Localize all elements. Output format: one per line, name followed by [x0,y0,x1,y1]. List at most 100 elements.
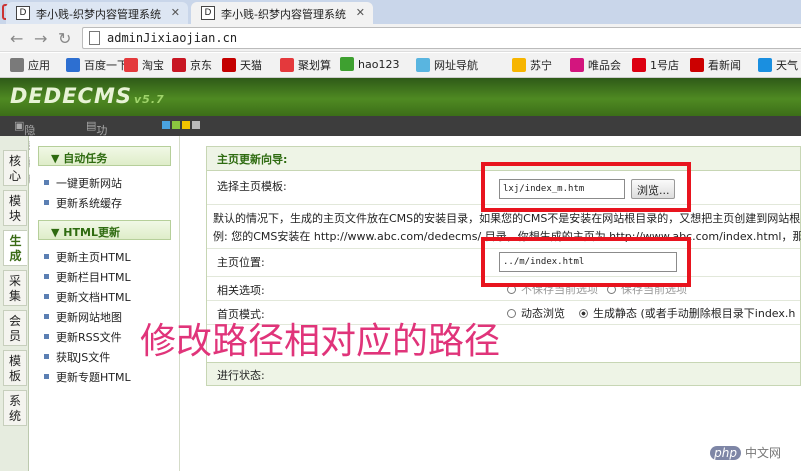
browser-tab-1[interactable]: D 李小贱-织梦内容管理系统 ✕ [6,2,188,24]
menu-item-label: 更新主页HTML [56,251,131,264]
browser-tab-strip: D 李小贱-织梦内容管理系统 ✕ D 李小贱-织梦内容管理系统 ✕ [0,0,801,24]
bookmark-label: 淘宝 [142,59,164,72]
options-label: 相关选项: [217,284,265,297]
highlight-position-box [481,237,691,287]
bookmark-item[interactable]: 1号店 [632,57,679,73]
url-text: adminJixiaojian.cn [107,31,238,45]
menu-section-html-update[interactable]: ▼ HTML更新 [38,220,171,240]
mode-static[interactable]: 生成静态 (或者手动删除根目录下index.h [579,305,795,321]
vertical-tab[interactable]: 模块 [3,190,27,226]
bookmark-label: 1号店 [650,59,679,72]
skin-yellow-icon[interactable] [182,121,190,129]
tab-favicon-icon: D [16,6,30,20]
bookmark-label: 应用 [28,59,50,72]
position-label: 主页位置: [217,256,265,269]
vertical-tab[interactable]: 核心 [3,150,27,186]
bookmark-label: 看新闻 [708,59,741,72]
tab-close-icon[interactable]: ✕ [171,6,180,19]
menu-item[interactable]: 更新主页HTML [44,248,179,268]
radio-selected-icon[interactable] [579,309,588,318]
bookmarks-bar: 应用 百度一下 淘宝 京东 天猫 聚划算 hao123 网址导航 苏宁 唯品会 1号店 看新闻 天气 [0,53,801,78]
tab-title: 李小贱-织梦内容管理系统 [36,8,161,21]
radio-icon[interactable] [507,309,516,318]
bookmark-item[interactable]: 网址导航 [416,57,478,73]
menu-item-label: 一键更新网站 [56,177,122,190]
menu-item[interactable]: 一键更新网站 [44,174,179,194]
watermark-text: 中文网 [744,446,781,460]
bookmark-item[interactable]: 淘宝 [124,57,164,73]
tab-close-icon[interactable]: ✕ [356,6,365,19]
bookmark-item[interactable]: 京东 [172,57,212,73]
bookmark-item[interactable]: 唯品会 [570,57,621,73]
bookmark-item[interactable]: 天气 [758,57,798,73]
bookmark-item[interactable]: 苏宁 [512,57,552,73]
forward-icon[interactable]: → [34,29,47,48]
back-icon[interactable]: ← [10,29,23,48]
menu-item[interactable]: 更新系统缓存 [44,194,179,214]
info-text-1: 默认的情况下，生成的主页文件放在CMS的安装目录，如果您的CMS不是安装在网站根… [213,212,801,225]
menu-item[interactable]: 更新专题HTML [44,368,179,388]
vertical-tab[interactable]: 采集 [3,270,27,306]
vertical-tab-label: 采集 [9,274,22,303]
bookmark-item[interactable]: 看新闻 [690,57,741,73]
mode-label-dynamic: 动态浏览 [521,307,565,320]
mode-dynamic[interactable]: 动态浏览 [507,305,565,321]
hide-menu-link[interactable]: ▣ 隐藏菜单 [14,119,35,185]
bookmark-label: 聚划算 [298,59,331,72]
bookmark-label: 天气 [776,59,798,72]
browser-tab-2[interactable]: D 李小贱-织梦内容管理系统 ✕ [191,2,373,24]
page-icon [89,31,100,45]
reload-icon[interactable]: ↻ [58,29,71,48]
vertical-tab[interactable]: 会员 [3,310,27,346]
bookmark-item[interactable]: 聚划算 [280,57,331,73]
php-logo-icon: php [710,446,741,460]
vertical-tab-label: 会员 [9,314,22,343]
bookmark-label: 苏宁 [530,59,552,72]
site-map-link[interactable]: ▤ 功能地图 [86,119,107,185]
section-title: HTML更新 [63,226,120,239]
bullet-icon [44,314,49,319]
menu-item-label: 更新RSS文件 [56,331,122,344]
bullet-icon [44,200,49,205]
vertical-tab[interactable]: 模板 [3,350,27,386]
status-bar: 进行状态: [206,362,801,386]
bullet-icon [44,354,49,359]
bookmark-item[interactable]: 应用 [10,57,50,73]
url-input[interactable]: adminJixiaojian.cn [82,27,801,49]
bookmark-icon [66,58,80,72]
skin-swatches[interactable] [162,119,202,132]
bullet-icon [44,334,49,339]
bookmark-item[interactable]: 天猫 [222,57,262,73]
bullet-icon [44,254,49,259]
bookmark-icon [416,58,430,72]
vertical-tab[interactable]: 系统 [3,390,27,426]
menu-item-label: 更新系统缓存 [56,197,122,210]
skin-blue-icon[interactable] [162,121,170,129]
bookmark-label: hao123 [358,58,400,71]
tab-favicon-icon: D [201,6,215,20]
menu-item[interactable]: 更新文档HTML [44,288,179,308]
bookmark-icon [340,57,354,71]
cms-logo: DEDECMS v5.7 [10,84,165,108]
vertical-tab[interactable]: 生成 [3,230,27,266]
menu-item-label: 更新文档HTML [56,291,131,304]
template-label: 选择主页模板: [217,180,287,193]
bookmark-label: 百度一下 [84,59,128,72]
menu-item[interactable]: 更新栏目HTML [44,268,179,288]
bookmark-item[interactable]: hao123 [340,57,399,71]
bookmark-label: 京东 [190,59,212,72]
bullet-icon [44,374,49,379]
skin-gray-icon[interactable] [192,121,200,129]
bookmark-label: 网址导航 [434,59,478,72]
highlight-template-box [481,162,691,212]
vertical-tab-label: 核心 [9,154,22,183]
menu-section-auto-tasks[interactable]: ▼ 自动任务 [38,146,171,166]
bookmark-item[interactable]: 百度一下 [66,57,128,73]
bookmark-icon [222,58,236,72]
section-title: 自动任务 [63,152,108,165]
side-menu: ▼ 自动任务 一键更新网站 更新系统缓存 ▼ HTML更新 更新主页HTML 更新栏… [30,136,180,471]
skin-green-icon[interactable] [172,121,180,129]
cms-header: DEDECMS v5.7 [0,78,801,116]
status-label: 进行状态: [217,369,265,382]
bookmark-icon [512,58,526,72]
